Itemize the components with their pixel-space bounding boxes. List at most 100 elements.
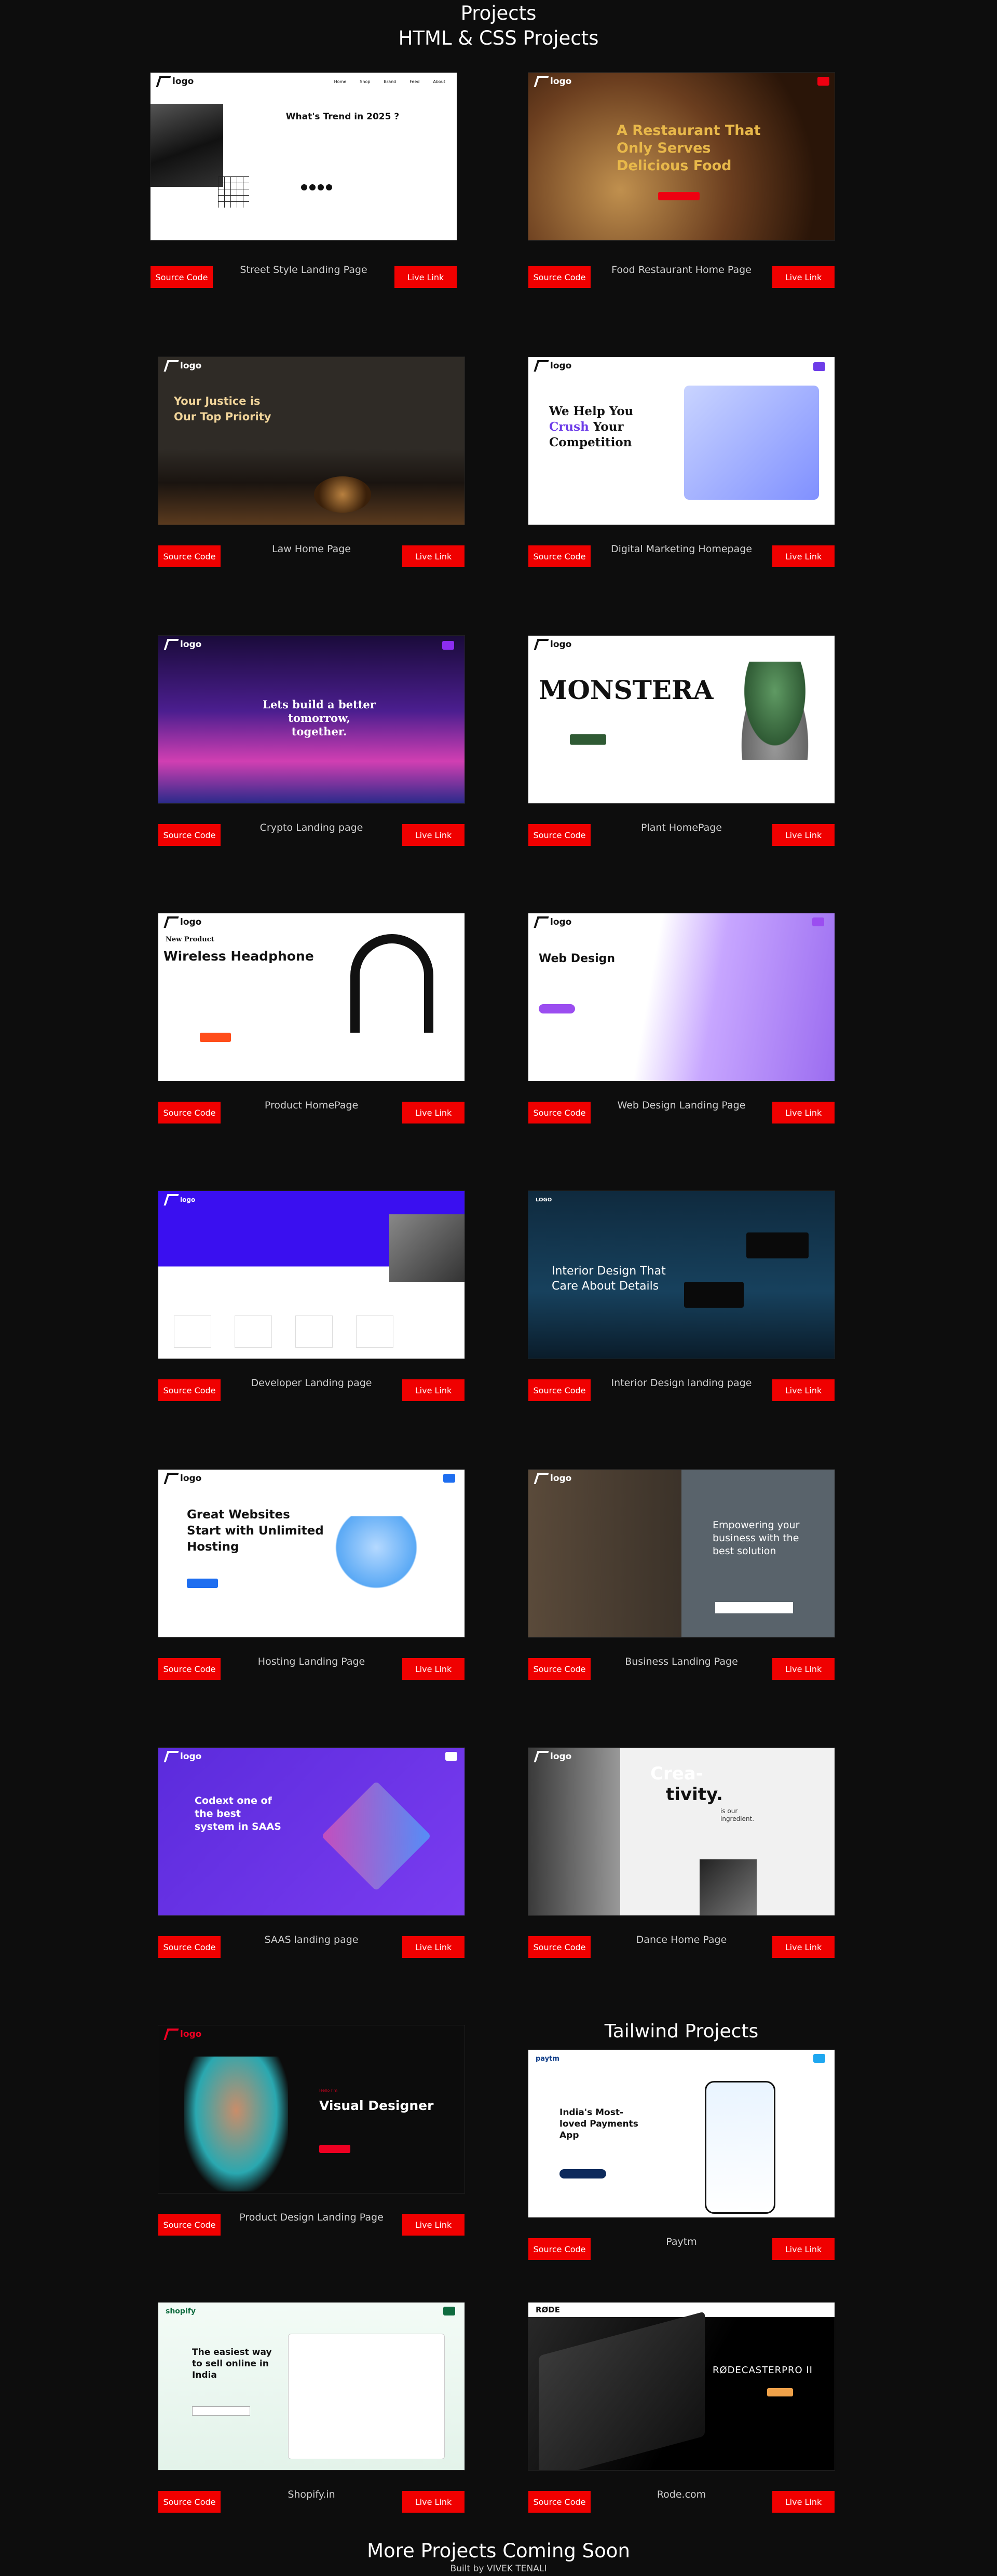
email-field [715, 1602, 793, 1613]
thumb-nav: logo [158, 2025, 465, 2043]
live-link-button[interactable]: Live Link [402, 2214, 465, 2236]
thumb-logo: logo [534, 1473, 571, 1484]
source-code-button[interactable]: Source Code [158, 1102, 221, 1123]
project-card-dance: logo Crea- tivity. is our ingredient. So… [528, 1748, 835, 1966]
project-thumbnail[interactable]: paytm India's Most-loved Payments App [528, 2050, 835, 2217]
thumb-logo: logo [534, 1751, 571, 1762]
project-thumbnail[interactable]: logo A Restaurant That Only Serves Delic… [528, 73, 835, 240]
project-thumbnail[interactable]: logo Empowering your business with the b… [528, 1470, 835, 1637]
source-code-button[interactable]: Source Code [528, 2238, 591, 2260]
project-title: Developer Landing page [251, 1377, 372, 1389]
source-code-button[interactable]: Source Code [158, 1379, 221, 1401]
project-title: Law Home Page [272, 543, 351, 555]
thumb-subheadline: is our ingredient. [720, 1807, 755, 1823]
info-popup-2 [684, 1282, 744, 1308]
source-code-button[interactable]: Source Code [528, 2491, 591, 2513]
source-code-button[interactable]: Source Code [151, 266, 213, 288]
thumb-nav: logo [528, 1748, 835, 1765]
live-link-button[interactable]: Live Link [772, 266, 835, 288]
source-code-button[interactable]: Source Code [528, 266, 591, 288]
project-thumbnail[interactable]: logo MONSTERA [528, 636, 835, 803]
source-code-button[interactable]: Source Code [158, 545, 221, 567]
source-code-button[interactable]: Source Code [158, 1658, 221, 1680]
project-card-product-design: logo Hello I'm Visual Designer Source Co… [158, 2025, 465, 2243]
thumb-headline: We Help You Crush Your Competition [549, 404, 634, 449]
live-link-button[interactable]: Live Link [772, 2238, 835, 2260]
thumb-headline: RØDECASTERPRO II [713, 2365, 813, 2376]
source-code-button[interactable]: Source Code [158, 2214, 221, 2236]
thumb-headline: Lets build a better tomorrow, together. [263, 698, 376, 738]
project-thumbnail[interactable]: logo Codext one of the best system in SA… [158, 1748, 465, 1915]
model-photo [151, 104, 223, 187]
project-thumbnail[interactable]: LOGO Interior Design That Care About Det… [528, 1191, 835, 1359]
source-code-button[interactable]: Source Code [528, 1936, 591, 1958]
live-link-button[interactable]: Live Link [772, 1936, 835, 1958]
source-code-button[interactable]: Source Code [158, 2491, 221, 2513]
thumb-nav: shopify [158, 2303, 465, 2320]
project-thumbnail[interactable]: logo Web Design [528, 913, 835, 1081]
saas-illustration [321, 1780, 432, 1892]
source-code-button[interactable]: Source Code [528, 1102, 591, 1123]
thumb-nav: logo [528, 1470, 835, 1487]
thumb-logo: logo [163, 639, 201, 650]
source-code-button[interactable]: Source Code [158, 1936, 221, 1958]
more-projects-text: More Projects Coming Soon [367, 2540, 630, 2562]
project-card-food-restaurant: logo A Restaurant That Only Serves Delic… [528, 73, 835, 291]
project-thumbnail[interactable]: logo [158, 1191, 465, 1359]
project-thumbnail[interactable]: logo Crea- tivity. is our ingredient. [528, 1748, 835, 1915]
live-link-button[interactable]: Live Link [402, 1936, 465, 1958]
project-card-plant: logo MONSTERA Source Code Plant HomePage… [528, 636, 835, 854]
live-link-button[interactable]: Live Link [402, 1102, 465, 1123]
category-cards [174, 1316, 393, 1348]
marketing-illustration [684, 386, 819, 500]
gavel-image [314, 476, 371, 513]
thumb-headline: Empowering your business with the best s… [713, 1519, 800, 1557]
source-code-button[interactable]: Source Code [528, 545, 591, 567]
thumb-logo: logo [163, 360, 201, 372]
live-link-button[interactable]: Live Link [402, 1658, 465, 1680]
live-link-button[interactable]: Live Link [402, 824, 465, 846]
thumb-logo: logo [534, 360, 571, 372]
project-title: Dance Home Page [636, 1934, 727, 1945]
live-link-button[interactable]: Live Link [772, 824, 835, 846]
source-code-button[interactable]: Source Code [158, 824, 221, 846]
live-link-button[interactable]: Live Link [402, 2491, 465, 2513]
project-title: Plant HomePage [640, 822, 722, 833]
source-code-button[interactable]: Source Code [528, 1379, 591, 1401]
live-link-button[interactable]: Live Link [402, 545, 465, 567]
live-link-button[interactable]: Live Link [772, 2491, 835, 2513]
thumb-logo: logo [163, 916, 201, 928]
grid-decoration [218, 176, 249, 208]
dancer-photo [700, 1859, 757, 1915]
source-code-button[interactable]: Source Code [528, 1658, 591, 1680]
phone-mockup [705, 2081, 775, 2214]
live-link-button[interactable]: Live Link [772, 1379, 835, 1401]
project-card-product: logo New Product Wireless Headphone Sour… [158, 913, 465, 1131]
thumb-headline: Great Websites Start with Unlimited Host… [187, 1508, 324, 1554]
thumb-nav: LOGO [528, 1191, 835, 1209]
project-thumbnail[interactable]: logo New Product Wireless Headphone [158, 913, 465, 1081]
project-thumbnail[interactable]: shopify The easiest way to sell online i… [158, 2303, 465, 2470]
thumb-cta [442, 641, 454, 650]
live-link-button[interactable]: Live Link [772, 1658, 835, 1680]
live-link-button[interactable]: Live Link [402, 1379, 465, 1401]
project-thumbnail[interactable]: logo Hello I'm Visual Designer [158, 2025, 465, 2193]
project-title: Digital Marketing Homepage [611, 543, 752, 555]
thumb-logo: logo [156, 76, 194, 87]
live-link-button[interactable]: Live Link [772, 545, 835, 567]
source-code-button[interactable]: Source Code [528, 824, 591, 846]
thumb-headline: MONSTERA [539, 675, 714, 705]
project-thumbnail[interactable]: logo We Help You Crush Your Competition [528, 357, 835, 525]
project-thumbnail[interactable]: logo Lets build a better tomorrow, toget… [158, 636, 465, 803]
live-link-button[interactable]: Live Link [772, 1102, 835, 1123]
project-thumbnail[interactable]: logo Great Websites Start with Unlimited… [158, 1470, 465, 1637]
live-link-button[interactable]: Live Link [394, 266, 457, 288]
thumb-cta [443, 2307, 455, 2315]
project-title: Street Style Landing Page [240, 264, 367, 276]
thumb-nav: logo [528, 357, 835, 375]
thumb-button [767, 2388, 793, 2396]
project-thumbnail[interactable]: logo Your Justice is Our Top Priority [158, 357, 465, 525]
project-thumbnail[interactable]: RØDE RØDECASTERPRO II [528, 2303, 835, 2470]
thumb-headline: Your Justice is Our Top Priority [174, 395, 271, 423]
project-thumbnail[interactable]: logo Home Shop Brand Feed About What's Trend… [151, 73, 457, 240]
